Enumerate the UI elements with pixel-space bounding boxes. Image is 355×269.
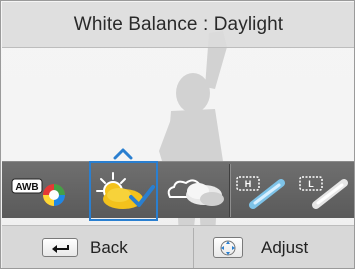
svg-text:AWB: AWB (15, 182, 38, 193)
wb-option-fluorescent-l[interactable]: L (293, 162, 354, 219)
title-bar: White Balance : Daylight (2, 2, 354, 48)
bottom-bar-divider (193, 228, 194, 268)
wb-option-fluorescent-h[interactable]: H (231, 162, 291, 219)
fluorescent-l-icon: L (299, 175, 348, 209)
return-arrow-icon (52, 244, 69, 253)
cloud-icon (167, 178, 224, 206)
page-title: White Balance : Daylight (73, 13, 284, 35)
fluorescent-h-icon: H (236, 175, 285, 209)
wb-option-cloudy[interactable] (159, 162, 229, 219)
svg-text:L: L (308, 179, 314, 189)
svg-text:H: H (245, 179, 252, 189)
back-label: Back (90, 238, 128, 257)
adjust-label: Adjust (261, 238, 309, 257)
camera-screen: White Balance : Daylight AWB H L Back Ad… (0, 0, 355, 269)
adjust-button[interactable] (213, 237, 243, 258)
awb-icon: AWB (11, 178, 65, 206)
chevron-up-icon[interactable] (113, 148, 133, 160)
bottom-bar: Back Adjust (2, 225, 354, 268)
white-balance-strip: AWB H L (2, 161, 354, 219)
wb-option-auto[interactable]: AWB (2, 162, 89, 219)
back-button[interactable] (42, 238, 78, 257)
dpad-icon (220, 240, 236, 255)
selection-highlight (89, 161, 158, 221)
